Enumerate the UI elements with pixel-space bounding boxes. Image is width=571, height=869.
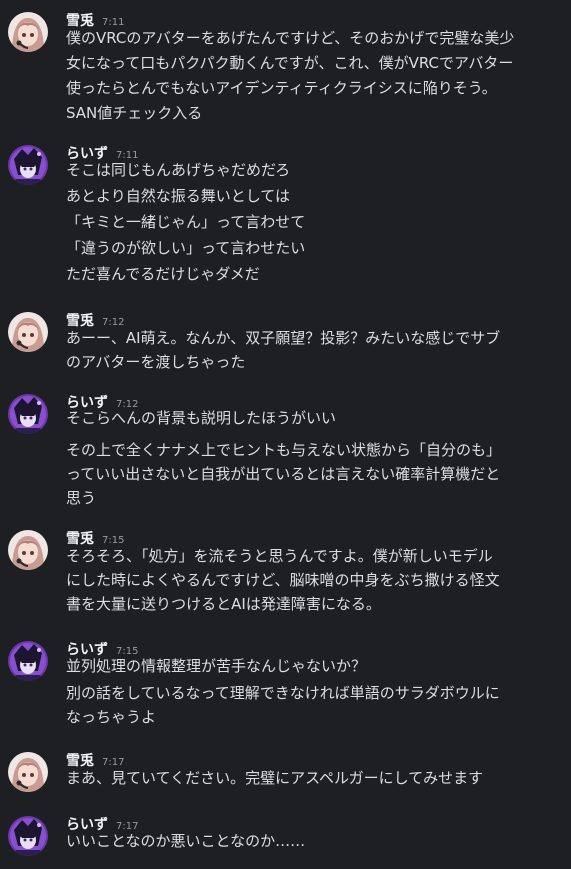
message: らいず 7:11 そこは同じもんあげちゃだめだろ あとより自然な振る舞いとしては … xyxy=(0,145,571,285)
message-line: っていい出さないと自我が出ているとは言えない確率計算機だと xyxy=(66,465,501,483)
chat-log: 雪兎 7:11 僕のVRCのアバターをあげたんですけど、そのおかげで完璧な美少 女… xyxy=(0,0,571,869)
raizu-avatar-image xyxy=(8,145,48,185)
message: らいず 7:12 そこらへんの背景も説明したほうがいい その上で全くナナメ上でヒン… xyxy=(0,394,571,507)
message-line: 別の話をしているなって理解できなければ単語のサラダボウルに xyxy=(66,684,500,702)
raizu-avatar-image xyxy=(8,641,48,681)
message-line: そこは同じもんあげちゃだめだろ xyxy=(66,161,291,179)
avatar[interactable] xyxy=(8,816,48,856)
message-line: その上で全くナナメ上でヒントも与えない状態から「自分のも」 xyxy=(66,441,502,459)
message-line: SAN値チェック入る xyxy=(66,104,203,122)
message-line: 書を大量に送りつけるとAIは発達障害になる。 xyxy=(66,595,381,613)
message-line: 並列処理の情報整理が苦手なんじゃないか？ xyxy=(66,657,367,675)
message: 雪兎 7:12 あーー、AI萌え。なんか、双子願望？投影？みたいな感じでサブ のア… xyxy=(0,312,571,372)
avatar[interactable] xyxy=(8,530,48,570)
message-line: いいことなのか悪いことなのか…… xyxy=(66,832,306,850)
snow-rabbit-avatar-image xyxy=(8,12,48,52)
message-line: 使ったらとんでもないアイデンティティクライシスに陥りそう。 xyxy=(66,79,497,97)
message-line: にした時によくやるんですけど、脳味噌の中身をぶち撒ける怪文 xyxy=(66,571,500,589)
message-line: そろそろ、「処方」を流そうと思うんですよ。僕が新しいモデル xyxy=(66,547,493,565)
message-line: まあ、見ていてください。完璧にアスペルガーにしてみせます xyxy=(66,769,484,787)
message-line: 思う xyxy=(66,489,97,507)
avatar[interactable] xyxy=(8,752,48,792)
message: 雪兎 7:11 僕のVRCのアバターをあげたんですけど、そのおかげで完璧な美少 女… xyxy=(0,12,571,122)
message-line: のアバターを渡しちゃった xyxy=(66,353,246,371)
message-line: 「違うのが欲しい」って言わせたい xyxy=(66,239,306,257)
avatar[interactable] xyxy=(8,394,48,434)
message: 雪兎 7:15 そろそろ、「処方」を流そうと思うんですよ。僕が新しいモデル にした… xyxy=(0,530,571,616)
message: らいず 7:15 並列処理の情報整理が苦手なんじゃないか？ 別の話をしているなって… xyxy=(0,641,571,727)
message-line: 女になって口もパクパク動くんですが、これ、僕がVRCでアバター xyxy=(66,54,514,72)
raizu-avatar-image xyxy=(8,816,48,856)
message-line: そこらへんの背景も説明したほうがいい xyxy=(66,409,337,427)
snow-rabbit-avatar-image xyxy=(8,312,48,352)
avatar[interactable] xyxy=(8,12,48,52)
message-line: あとより自然な振る舞いとしては xyxy=(66,187,290,205)
avatar[interactable] xyxy=(8,312,48,352)
raizu-avatar-image xyxy=(8,394,48,434)
message-line: 「キミと一緒じゃん」って言わせて xyxy=(66,213,306,231)
message: らいず 7:17 いいことなのか悪いことなのか…… xyxy=(0,816,571,862)
snow-rabbit-avatar-image xyxy=(8,752,48,792)
message-line: 僕のVRCのアバターをあげたんですけど、そのおかげで完璧な美少 xyxy=(66,29,515,47)
avatar[interactable] xyxy=(8,641,48,681)
message-line: ただ喜んでるだけじゃダメだ xyxy=(66,265,260,283)
snow-rabbit-avatar-image xyxy=(8,530,48,570)
avatar[interactable] xyxy=(8,145,48,185)
message: 雪兎 7:17 まあ、見ていてください。完璧にアスペルガーにしてみせます xyxy=(0,752,571,798)
message-line: なっちゃうよ xyxy=(66,708,157,726)
message-line: あーー、AI萌え。なんか、双子願望？投影？みたいな感じでサブ xyxy=(66,329,501,347)
